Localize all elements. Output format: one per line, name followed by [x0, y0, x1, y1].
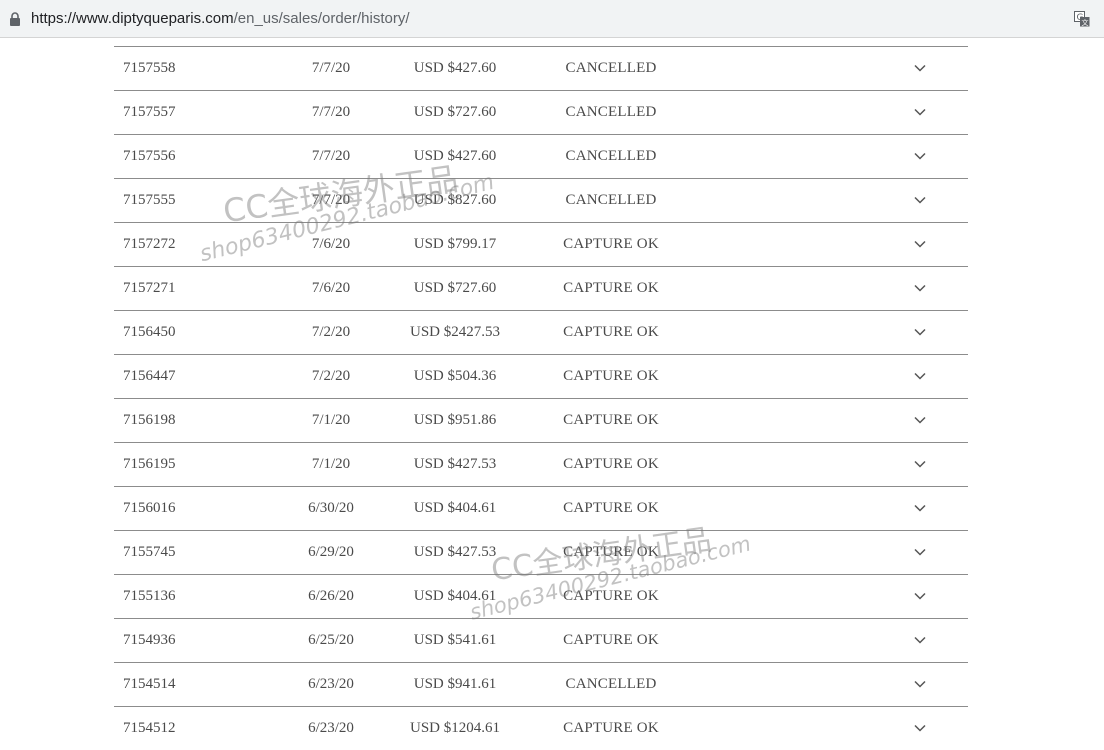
browser-address-bar[interactable]: https://www.diptyqueparis.com/en_us/sale… [0, 0, 1104, 38]
order-row[interactable]: 7157555 7/7/20 USD $827.60 CANCELLED [114, 178, 968, 222]
chevron-down-icon[interactable] [912, 148, 928, 164]
order-number: 7154514 [123, 676, 176, 692]
url-path: /en_us/sales/order/history/ [233, 10, 410, 27]
order-row[interactable]: 7157556 7/7/20 USD $427.60 CANCELLED [114, 134, 968, 178]
chevron-down-icon[interactable] [912, 676, 928, 692]
order-row[interactable]: 7157557 7/7/20 USD $727.60 CANCELLED [114, 90, 968, 134]
order-number: 7157557 [123, 104, 176, 120]
translate-icon[interactable]: G 文 [1074, 11, 1090, 27]
chevron-down-icon[interactable] [912, 104, 928, 120]
order-number: 7154512 [123, 720, 176, 736]
lock-icon [10, 12, 20, 26]
order-history-table: 7157558 7/7/20 USD $427.60 CANCELLED 7157557… [114, 46, 968, 750]
order-row[interactable]: 7154512 6/23/20 USD $1204.61 CAPTURE OK [114, 706, 968, 750]
chevron-down-icon[interactable] [912, 412, 928, 428]
chevron-down-icon[interactable] [912, 720, 928, 736]
order-row[interactable]: 7154514 6/23/20 USD $941.61 CANCELLED [114, 662, 968, 706]
order-number: 7157558 [123, 60, 176, 76]
order-number: 7157555 [123, 192, 176, 208]
chevron-down-icon[interactable] [912, 544, 928, 560]
chevron-down-icon[interactable] [912, 60, 928, 76]
chevron-down-icon[interactable] [912, 632, 928, 648]
order-number: 7156016 [123, 500, 176, 516]
chevron-down-icon[interactable] [912, 280, 928, 296]
order-number: 7154936 [123, 632, 176, 648]
order-number: 7156447 [123, 368, 176, 384]
chevron-down-icon[interactable] [912, 500, 928, 516]
order-row[interactable]: 7157558 7/7/20 USD $427.60 CANCELLED [114, 46, 968, 90]
chevron-down-icon[interactable] [912, 456, 928, 472]
order-row[interactable]: 7154936 6/25/20 USD $541.61 CAPTURE OK [114, 618, 968, 662]
order-number: 7157556 [123, 148, 176, 164]
chevron-down-icon[interactable] [912, 368, 928, 384]
order-number: 7155136 [123, 588, 176, 604]
order-row[interactable]: 7155136 6/26/20 USD $404.61 CAPTURE OK [114, 574, 968, 618]
order-row[interactable]: 7156195 7/1/20 USD $427.53 CAPTURE OK [114, 442, 968, 486]
svg-text:文: 文 [1082, 18, 1089, 27]
chevron-down-icon[interactable] [912, 236, 928, 252]
order-number: 7156450 [123, 324, 176, 340]
url-host: https://www.diptyqueparis.com [31, 10, 234, 27]
order-number: 7155745 [123, 544, 176, 560]
order-number: 7156195 [123, 456, 176, 472]
order-row[interactable]: 7156450 7/2/20 USD $2427.53 CAPTURE OK [114, 310, 968, 354]
order-row[interactable]: 7156447 7/2/20 USD $504.36 CAPTURE OK [114, 354, 968, 398]
order-number: 7157271 [123, 280, 176, 296]
order-row[interactable]: 7157272 7/6/20 USD $799.17 CAPTURE OK [114, 222, 968, 266]
order-row[interactable]: 7156198 7/1/20 USD $951.86 CAPTURE OK [114, 398, 968, 442]
chevron-down-icon[interactable] [912, 324, 928, 340]
order-number: 7156198 [123, 412, 176, 428]
order-row[interactable]: 7157271 7/6/20 USD $727.60 CAPTURE OK [114, 266, 968, 310]
order-row[interactable]: 7156016 6/30/20 USD $404.61 CAPTURE OK [114, 486, 968, 530]
chevron-down-icon[interactable] [912, 588, 928, 604]
url-text[interactable]: https://www.diptyqueparis.com/en_us/sale… [31, 9, 410, 29]
order-row[interactable]: 7155745 6/29/20 USD $427.53 CAPTURE OK [114, 530, 968, 574]
chevron-down-icon[interactable] [912, 192, 928, 208]
order-number: 7157272 [123, 236, 176, 252]
